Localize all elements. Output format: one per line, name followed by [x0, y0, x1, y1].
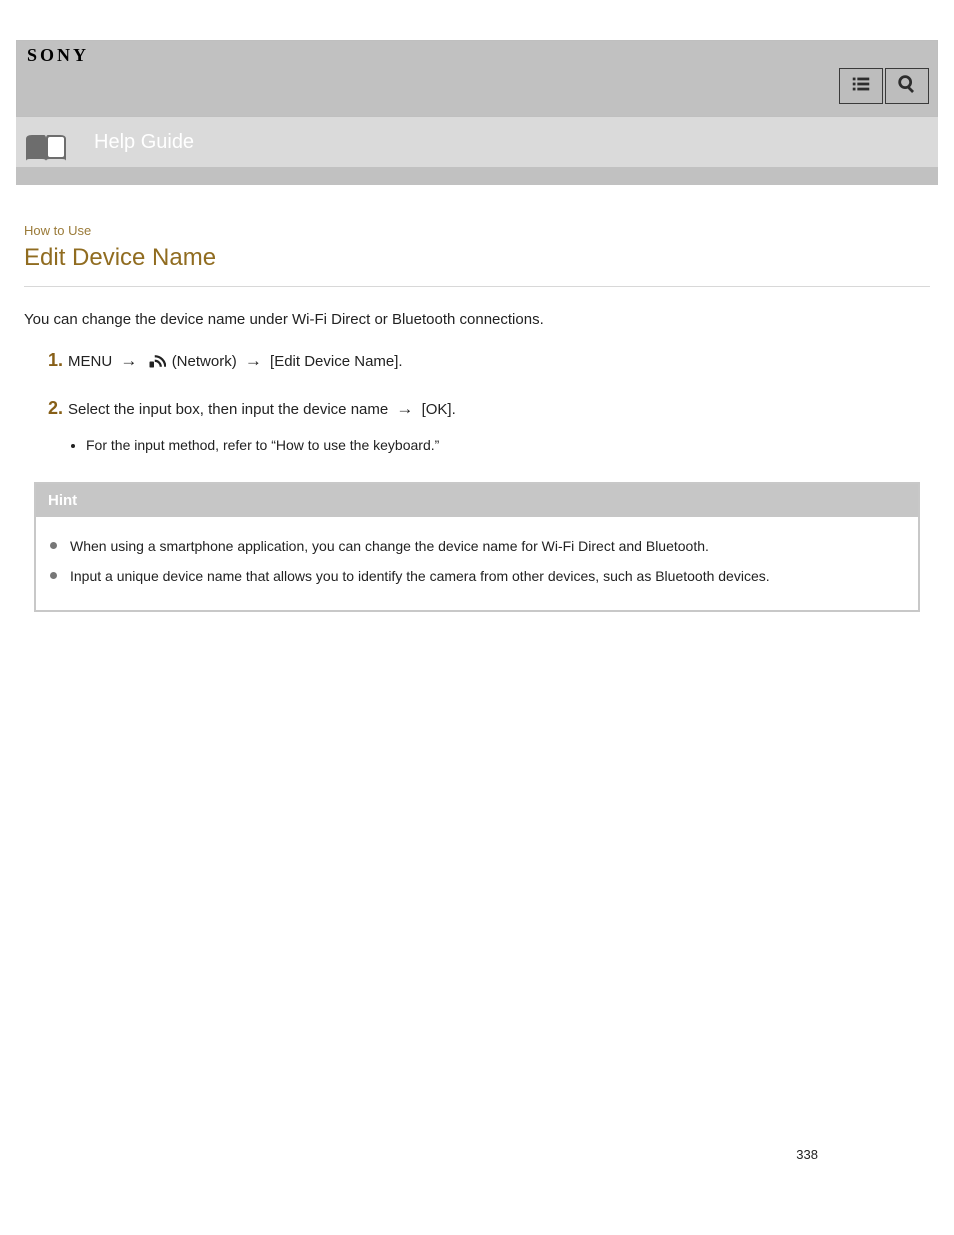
divider	[24, 286, 930, 287]
lead-paragraph: You can change the device name under Wi-…	[24, 311, 930, 328]
book-icon	[22, 131, 70, 167]
toolbar	[839, 68, 929, 104]
hint-item: Input a unique device name that allows y…	[66, 565, 906, 587]
step-1-mid: (Network)	[172, 353, 237, 370]
list-icon	[850, 73, 872, 99]
top-band: SONY	[16, 40, 938, 117]
list-button[interactable]	[839, 68, 883, 104]
steps-list: MENU → (Network) → [Edit Device Name]. S…	[24, 344, 930, 458]
step-2-sublist: For the input method, refer to “How to u…	[68, 433, 930, 458]
title-bar: Help Guide	[16, 117, 938, 167]
step-1-pre: MENU	[68, 353, 112, 370]
hint-heading: Hint	[36, 484, 918, 517]
hint-list: When using a smartphone application, you…	[36, 517, 918, 610]
breadcrumb: How to Use	[24, 223, 930, 238]
step-1-post: [Edit Device Name].	[270, 353, 403, 370]
page-number: 338	[796, 1147, 818, 1162]
network-icon	[148, 351, 166, 378]
arrow-icon: →	[245, 351, 262, 370]
step-2-sub-item: For the input method, refer to “How to u…	[86, 433, 930, 458]
hint-item: When using a smartphone application, you…	[66, 535, 906, 557]
step-2: Select the input box, then input the dev…	[68, 392, 930, 458]
arrow-icon: →	[396, 399, 413, 418]
brand-logo: SONY	[27, 45, 89, 66]
arrow-icon: →	[120, 351, 137, 370]
page-title: Help Guide	[94, 131, 194, 154]
search-button[interactable]	[885, 68, 929, 104]
section-heading: Edit Device Name	[24, 244, 930, 272]
step-2-line-a: Select the input box, then input the dev…	[68, 401, 392, 418]
grey-strip	[16, 167, 938, 185]
step-1: MENU → (Network) → [Edit Device Name].	[68, 344, 930, 378]
hint-box: Hint When using a smartphone application…	[34, 482, 920, 612]
step-2-line-a-tail: [OK].	[422, 401, 456, 418]
search-icon	[896, 73, 918, 99]
